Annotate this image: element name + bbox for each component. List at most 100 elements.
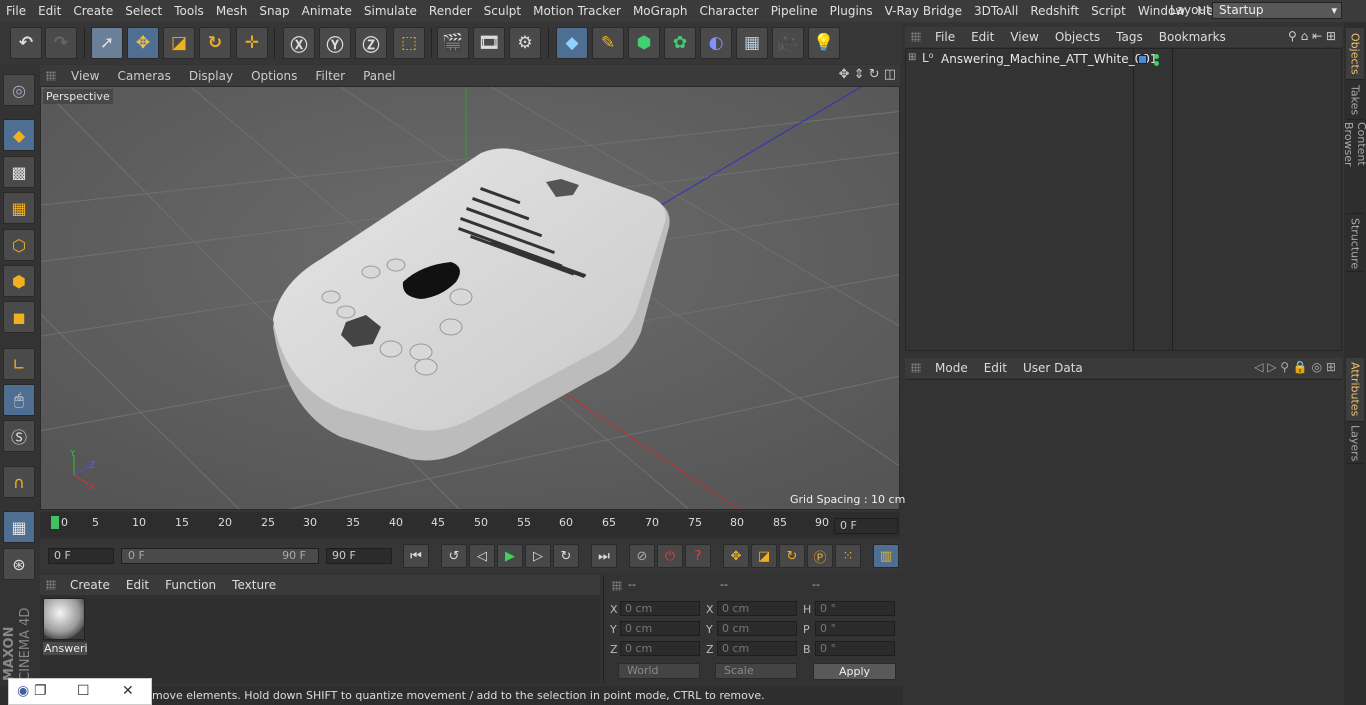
menu-snap[interactable]: Snap [253, 4, 295, 18]
rotation-h-field[interactable]: 0 ° [815, 601, 895, 616]
axis-mode-icon[interactable]: ∟ [3, 348, 35, 380]
viewport-nav-icons[interactable]: ✥ ⇕ ↻ ◫ [839, 67, 896, 82]
object-menu-tags[interactable]: Tags [1108, 30, 1151, 44]
end-frame-field[interactable]: 90 F [326, 548, 392, 564]
position-x-field[interactable]: 0 cm [620, 601, 700, 616]
object-menu-objects[interactable]: Objects [1047, 30, 1108, 44]
tab-takes[interactable]: Takes [1346, 82, 1364, 120]
viewport-menu-cameras[interactable]: Cameras [108, 69, 179, 83]
menu-sculpt[interactable]: Sculpt [478, 4, 527, 18]
transform-icon[interactable]: ✛ [236, 27, 268, 59]
autokey-icon[interactable]: ⏻ [657, 544, 683, 568]
menu-animate[interactable]: Animate [296, 4, 358, 18]
edges-mode-icon[interactable]: ⬢ [3, 265, 35, 297]
menu-pipeline[interactable]: Pipeline [765, 4, 824, 18]
material-thumbnail[interactable] [43, 598, 85, 640]
play-icon[interactable]: ▶ [497, 544, 523, 568]
next-frame-icon[interactable]: ▷ [525, 544, 551, 568]
polygons-mode-icon[interactable]: ◼ [3, 301, 35, 333]
current-frame-field[interactable]: 0 F [834, 518, 898, 534]
maximize-icon[interactable]: ☐ [77, 683, 90, 699]
viewport-menu-panel[interactable]: Panel [354, 69, 404, 83]
goto-start-icon[interactable]: ⏮ [403, 544, 429, 568]
locked-workplane-icon[interactable]: ⊛ [3, 548, 35, 580]
render-view-icon[interactable]: 🎬 [437, 27, 469, 59]
menu-3dtoall[interactable]: 3DToAll [968, 4, 1024, 18]
object-row[interactable]: ⊞ L⁰ Answering_Machine_ATT_White_001 [908, 51, 1158, 69]
camera-icon[interactable]: 🎥 [772, 27, 804, 59]
rotation-p-field[interactable]: 0 ° [815, 621, 895, 636]
tweak-mode-icon[interactable]: 🖱 [3, 384, 35, 416]
tab-attributes[interactable]: Attributes [1346, 358, 1364, 422]
menu-script[interactable]: Script [1085, 4, 1132, 18]
menu-tools[interactable]: Tools [168, 4, 210, 18]
size-y-field[interactable]: 0 cm [717, 621, 797, 636]
viewport-menu-options[interactable]: Options [242, 69, 306, 83]
attr-menu-mode[interactable]: Mode [927, 361, 976, 375]
menu-redshift[interactable]: Redshift [1024, 4, 1085, 18]
attr-menu-user-data[interactable]: User Data [1015, 361, 1091, 375]
frame-range-slider[interactable]: 0 F 90 F [121, 548, 319, 564]
y-axis-lock-icon[interactable]: Ⓨ [319, 27, 351, 59]
material-menu-texture[interactable]: Texture [224, 578, 284, 592]
menu-character[interactable]: Character [693, 4, 764, 18]
next-key-icon[interactable]: ↻ [553, 544, 579, 568]
x-axis-lock-icon[interactable]: Ⓧ [283, 27, 315, 59]
move-icon[interactable]: ✥ [127, 27, 159, 59]
object-menu-view[interactable]: View [1002, 30, 1046, 44]
apply-button[interactable]: Apply [813, 663, 896, 680]
key-scale-icon[interactable]: ◪ [751, 544, 777, 568]
size-x-field[interactable]: 0 cm [717, 601, 797, 616]
menu-render[interactable]: Render [423, 4, 478, 18]
object-menu-file[interactable]: File [927, 30, 963, 44]
size-mode-dropdown[interactable]: Scale [715, 663, 797, 679]
snap-icon[interactable]: Ⓢ [3, 420, 35, 452]
viewport-menu-display[interactable]: Display [180, 69, 242, 83]
render-picture-viewer-icon[interactable]: 🎞 [473, 27, 505, 59]
size-z-field[interactable]: 0 cm [717, 641, 797, 656]
menu-mesh[interactable]: Mesh [210, 4, 254, 18]
menu-vray-bridge[interactable]: V-Ray Bridge [879, 4, 968, 18]
redo-icon[interactable]: ↷ [45, 27, 77, 59]
menu-motion-tracker[interactable]: Motion Tracker [527, 4, 627, 18]
cube-primitive-icon[interactable]: ◆ [556, 27, 588, 59]
rotate-icon[interactable]: ↻ [199, 27, 231, 59]
select-arrow-icon[interactable]: ➚ [91, 27, 123, 59]
key-rotation-icon[interactable]: ↻ [779, 544, 805, 568]
texture-mode-icon[interactable]: ▩ [3, 156, 35, 188]
magnet-icon[interactable]: ∩ [3, 466, 35, 498]
material-menu-function[interactable]: Function [157, 578, 224, 592]
mograph-cloner-icon[interactable]: ✿ [664, 27, 696, 59]
undo-icon[interactable]: ↶ [10, 27, 42, 59]
rotation-b-field[interactable]: 0 ° [815, 641, 895, 656]
start-frame-field[interactable]: 0 F [48, 548, 114, 564]
record-keys-icon[interactable]: ⊘ [629, 544, 655, 568]
pen-spline-icon[interactable]: ✎ [592, 27, 624, 59]
render-visibility-icon[interactable] [1154, 61, 1159, 66]
menu-plugins[interactable]: Plugins [824, 4, 879, 18]
object-menu-bookmarks[interactable]: Bookmarks [1151, 30, 1234, 44]
coordinate-system-icon[interactable]: ⬚ [393, 27, 425, 59]
menu-simulate[interactable]: Simulate [358, 4, 423, 18]
render-settings-icon[interactable]: ⚙ [509, 27, 541, 59]
editor-visibility-icon[interactable] [1154, 54, 1159, 59]
model-mode-icon[interactable]: ◆ [3, 119, 35, 151]
goto-end-icon[interactable]: ⏭ [591, 544, 617, 568]
object-manager-tools-icons[interactable]: ⚲ ⌂ ⇤ ⊞ [1288, 29, 1336, 43]
menu-mograph[interactable]: MoGraph [627, 4, 694, 18]
object-name[interactable]: Answering_Machine_ATT_White_001 [941, 52, 1158, 66]
expand-icon[interactable]: ⊞ [908, 52, 916, 63]
material-name[interactable]: Answeri [43, 642, 88, 655]
tab-content-browser[interactable]: Content Browser [1342, 122, 1366, 214]
layer-color-icon[interactable] [1138, 55, 1147, 64]
viewport-menu-filter[interactable]: Filter [306, 69, 354, 83]
prev-key-icon[interactable]: ↺ [441, 544, 467, 568]
prev-frame-icon[interactable]: ◁ [469, 544, 495, 568]
menu-select[interactable]: Select [119, 4, 168, 18]
scale-icon[interactable]: ◪ [163, 27, 195, 59]
deformer-icon[interactable]: ◐ [700, 27, 732, 59]
points-mode-icon[interactable]: ⬡ [3, 229, 35, 261]
tab-layers[interactable]: Layers [1346, 424, 1364, 464]
attr-menu-edit[interactable]: Edit [976, 361, 1015, 375]
close-icon[interactable]: ✕ [122, 683, 134, 699]
